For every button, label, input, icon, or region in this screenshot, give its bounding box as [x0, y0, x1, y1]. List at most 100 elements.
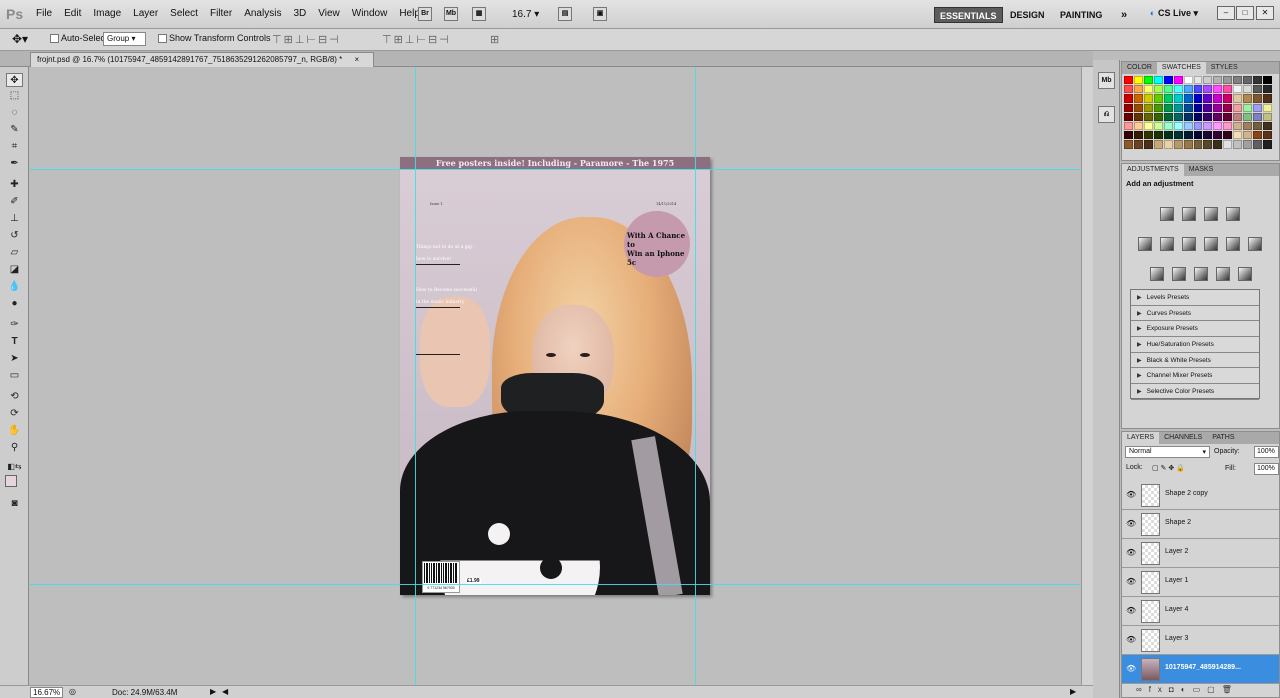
history-brush-tool-icon[interactable]: ↺	[6, 229, 23, 243]
lock-icons[interactable]: ▢ ✎ ✥ 🔒	[1152, 464, 1185, 472]
color-swatch[interactable]	[1213, 103, 1223, 112]
tab-swatches[interactable]: SWATCHES	[1156, 62, 1206, 74]
workspace-painting[interactable]: PAINTING	[1055, 7, 1107, 23]
color-swatch[interactable]	[1263, 103, 1272, 112]
color-swatch[interactable]	[1124, 112, 1133, 121]
color-swatch[interactable]	[1173, 131, 1183, 140]
color-swatch[interactable]	[1223, 131, 1233, 140]
move-tool-preset-icon[interactable]: ✥▾	[12, 32, 28, 46]
eyedropper-tool-icon[interactable]: ✒	[6, 157, 23, 171]
tab-styles[interactable]: STYLES	[1206, 62, 1243, 74]
guide-horizontal-top[interactable]	[30, 169, 1080, 170]
visibility-eye-icon[interactable]: 👁	[1126, 490, 1136, 499]
color-swatch[interactable]	[1153, 85, 1163, 94]
blend-mode-select[interactable]: Normal ▾	[1125, 446, 1210, 458]
color-swatch[interactable]	[1223, 121, 1233, 131]
align-icons[interactable]: ⊤⊞⊥⊢⊟⊣	[272, 33, 341, 46]
vibrance-icon[interactable]	[1138, 237, 1152, 251]
menu-analysis[interactable]: Analysis	[238, 8, 287, 19]
color-swatch[interactable]	[1183, 103, 1193, 112]
default-colors-icon[interactable]: ◧⇆	[6, 460, 23, 474]
color-swatch[interactable]	[1253, 140, 1263, 149]
color-swatch[interactable]	[1223, 103, 1233, 112]
color-swatch[interactable]	[1213, 140, 1223, 149]
history-panel-icon[interactable]: ⎌	[1098, 106, 1115, 123]
color-swatch[interactable]	[1233, 94, 1243, 103]
visibility-eye-icon[interactable]: 👁	[1126, 519, 1136, 528]
color-swatch[interactable]	[1253, 103, 1263, 112]
color-swatch[interactable]	[1143, 131, 1153, 140]
color-swatch[interactable]	[1133, 140, 1143, 149]
zoom-level-select[interactable]: 16.7 ▾	[512, 9, 539, 20]
color-swatch[interactable]	[1243, 76, 1253, 85]
color-swatch[interactable]	[1153, 131, 1163, 140]
color-swatch[interactable]	[1183, 112, 1193, 121]
cs-live-button[interactable]: ◐ CS Live ▾	[1150, 8, 1198, 19]
curves-icon[interactable]	[1204, 207, 1218, 221]
color-swatch[interactable]	[1213, 112, 1223, 121]
menu-select[interactable]: Select	[164, 8, 204, 19]
brightness-contrast-icon[interactable]	[1160, 207, 1174, 221]
color-swatch[interactable]	[1133, 76, 1143, 85]
eraser-tool-icon[interactable]: ▱	[6, 246, 23, 260]
color-swatch[interactable]	[1133, 85, 1143, 94]
quick-select-tool-icon[interactable]: ✎	[6, 123, 23, 137]
preset-curves[interactable]: Curves Presets	[1131, 306, 1259, 322]
menu-window[interactable]: Window	[346, 8, 394, 19]
color-swatch[interactable]	[1213, 131, 1223, 140]
document-tab[interactable]: frojnt.psd @ 16.7% (10175947_48591428917…	[30, 52, 374, 67]
color-swatch[interactable]	[1193, 131, 1203, 140]
color-swatch[interactable]	[1233, 140, 1243, 149]
menu-layer[interactable]: Layer	[127, 8, 164, 19]
preset-hue-saturation[interactable]: Hue/Saturation Presets	[1131, 337, 1259, 353]
layer-row[interactable]: 👁 Layer 1	[1122, 568, 1279, 597]
swatch-grid[interactable]	[1124, 76, 1272, 150]
tab-paths[interactable]: PATHS	[1207, 432, 1239, 444]
color-swatch[interactable]	[1143, 76, 1153, 85]
visibility-eye-icon[interactable]: 👁	[1126, 606, 1136, 615]
color-swatch[interactable]	[1183, 94, 1193, 103]
workspace-more-button[interactable]: »	[1116, 7, 1132, 23]
color-swatch[interactable]	[1133, 131, 1143, 140]
color-swatch[interactable]	[1124, 131, 1133, 140]
color-swatch[interactable]	[1243, 103, 1253, 112]
scroll-right-arrow-icon[interactable]: ▶	[1070, 687, 1076, 696]
mini-bridge-panel-icon[interactable]: Mb	[1098, 72, 1115, 89]
color-swatch[interactable]	[1163, 76, 1173, 85]
color-swatch[interactable]	[1193, 103, 1203, 112]
color-swatch[interactable]	[1253, 121, 1263, 131]
color-swatch[interactable]	[1153, 121, 1163, 131]
distribute-icons[interactable]: ⊤⊞⊥⊢⊟⊣	[382, 33, 451, 46]
color-swatch[interactable]	[1243, 121, 1253, 131]
color-swatch[interactable]	[1203, 76, 1213, 85]
menu-view[interactable]: View	[312, 8, 346, 19]
color-swatch[interactable]	[1163, 112, 1173, 121]
arrange-documents-icon[interactable]: ▤	[558, 7, 572, 21]
color-swatch[interactable]	[1253, 85, 1263, 94]
color-swatch[interactable]	[1173, 103, 1183, 112]
color-swatch[interactable]	[1163, 85, 1173, 94]
threshold-icon[interactable]	[1194, 267, 1208, 281]
mini-bridge-icon[interactable]: Mb	[444, 7, 458, 21]
color-swatch[interactable]	[1263, 121, 1272, 131]
view-extras-icon[interactable]: ▦	[472, 7, 486, 21]
color-swatch[interactable]	[1263, 76, 1272, 85]
color-swatch[interactable]	[1223, 140, 1233, 149]
color-swatch[interactable]	[1124, 85, 1133, 94]
color-swatch[interactable]	[1173, 112, 1183, 121]
color-swatch[interactable]	[1243, 112, 1253, 121]
brush-tool-icon[interactable]: ✐	[6, 195, 23, 209]
document-close-icon[interactable]: ×	[355, 55, 360, 64]
preset-black-white[interactable]: Black & White Presets	[1131, 353, 1259, 369]
color-swatch[interactable]	[1223, 94, 1233, 103]
preset-exposure[interactable]: Exposure Presets	[1131, 321, 1259, 338]
color-swatch[interactable]	[1153, 103, 1163, 112]
color-swatch[interactable]	[1193, 94, 1203, 103]
color-swatch[interactable]	[1233, 103, 1243, 112]
color-swatch[interactable]	[1233, 112, 1243, 121]
color-swatch[interactable]	[1243, 94, 1253, 103]
preset-channel-mixer[interactable]: Channel Mixer Presets	[1131, 368, 1259, 385]
color-swatch[interactable]	[1143, 103, 1153, 112]
color-swatch[interactable]	[1143, 85, 1153, 94]
color-swatch[interactable]	[1233, 131, 1243, 140]
